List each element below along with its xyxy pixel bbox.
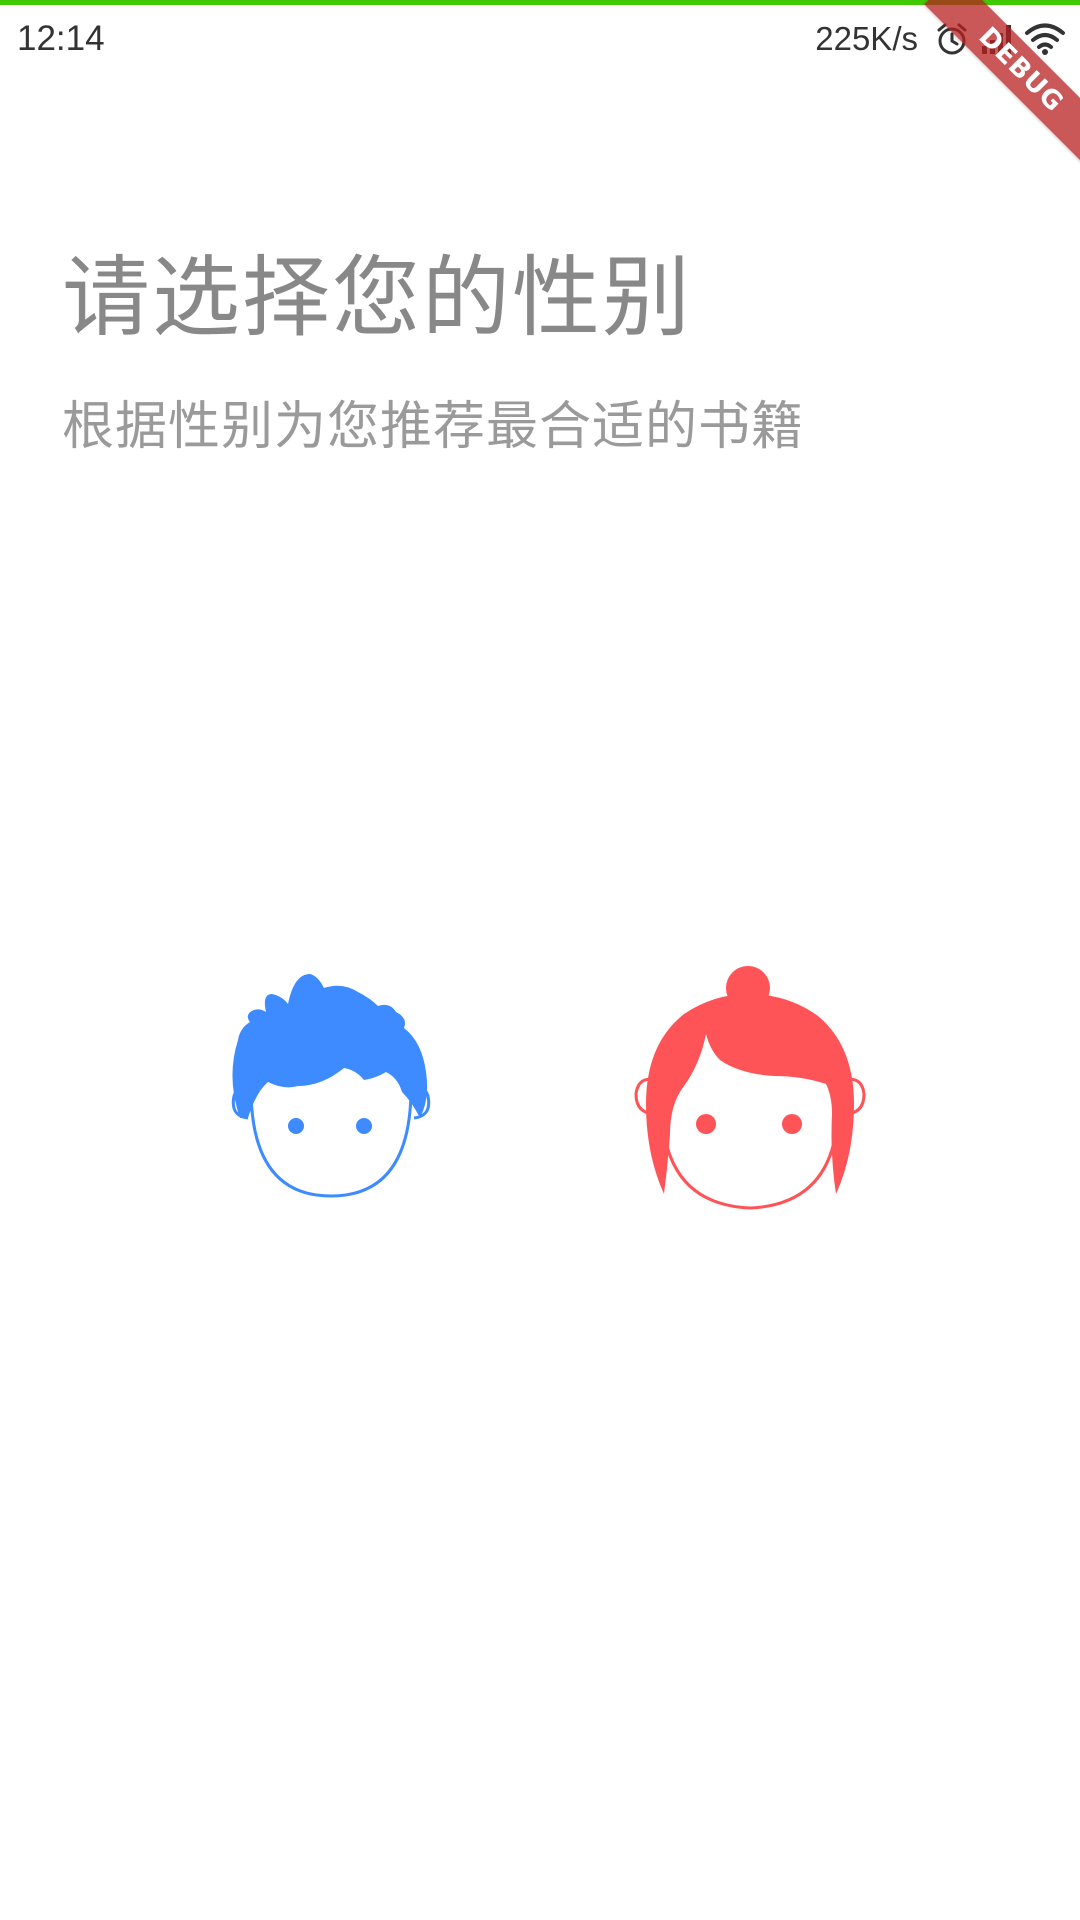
girl-avatar-icon — [634, 966, 866, 1210]
boy-avatar-icon — [231, 974, 431, 1198]
signal-icon — [980, 22, 1014, 56]
status-indicators: 225K/s — [815, 17, 1066, 61]
wifi-icon — [1024, 22, 1066, 56]
page-title: 请选择您的性别 — [62, 246, 693, 349]
gender-select-screen: 12:14 225K/s DEBUG 请选择您的性别 根据性别为您推荐最合适的书… — [0, 0, 1080, 1920]
page-subtitle: 根据性别为您推荐最合适的书籍 — [62, 397, 805, 457]
male-option-button[interactable] — [226, 968, 436, 1208]
status-time: 12:14 — [17, 19, 105, 58]
female-option-button[interactable] — [630, 964, 870, 1218]
status-bar: 12:14 225K/s — [0, 5, 1080, 71]
alarm-icon — [934, 21, 970, 57]
network-speed: 225K/s — [815, 20, 918, 57]
